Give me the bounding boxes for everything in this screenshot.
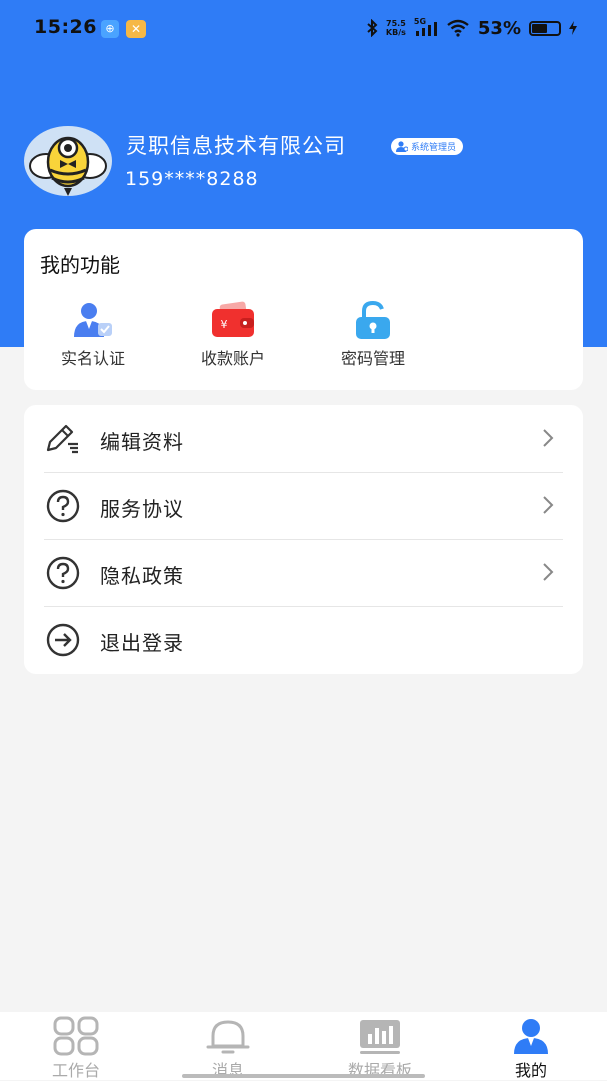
wallet-icon: ¥ — [212, 301, 254, 337]
lock-icon — [356, 301, 390, 339]
person-icon — [514, 1019, 548, 1054]
bee-mascot-icon — [29, 136, 107, 196]
battery-icon — [529, 20, 561, 36]
my-functions-card: 我的功能 实名认证 ¥ 收款账户 密码管理 — [24, 229, 583, 390]
chevron-right-icon — [543, 496, 554, 514]
tab-messages[interactable]: 消息 — [168, 1012, 288, 1080]
wifi-icon — [447, 19, 469, 37]
menu-item-service-agreement[interactable]: 服务协议 — [44, 472, 563, 539]
chevron-right-icon — [543, 563, 554, 581]
settings-menu-card: 编辑资料 服务协议 隐私政策 退出登录 — [24, 405, 583, 674]
phone-number: 159****8288 — [125, 168, 259, 190]
company-name: 灵职信息技术有限公司 — [126, 134, 346, 158]
cellular-signal-icon: 5G — [414, 17, 438, 37]
chart-board-icon — [360, 1020, 400, 1054]
bell-icon — [206, 1020, 250, 1054]
bluetooth-icon — [367, 19, 378, 37]
network-speed: 75.5 KB/s — [385, 19, 406, 37]
tab-workbench[interactable]: 工作台 — [16, 1012, 136, 1080]
home-indicator[interactable] — [182, 1074, 425, 1078]
tab-mine[interactable]: 我的 — [471, 1012, 591, 1080]
chevron-right-icon — [543, 429, 554, 447]
payment-account-item[interactable]: ¥ 收款账户 — [178, 301, 288, 369]
grid-icon — [53, 1016, 99, 1056]
question-icon — [46, 489, 80, 523]
tools-notification-icon: ✕ — [126, 20, 146, 38]
bottom-tab-bar: 工作台 消息 数据看板 我的 — [0, 1012, 607, 1080]
avatar[interactable] — [24, 126, 112, 196]
status-bar: 15:26 ⊕ ✕ 75.5 KB/s 5G 53% — [0, 0, 607, 58]
menu-item-privacy-policy[interactable]: 隐私政策 — [44, 539, 563, 606]
user-verify-icon — [74, 303, 112, 337]
menu-item-logout[interactable]: 退出登录 — [44, 606, 563, 673]
app-notification-icon: ⊕ — [101, 20, 119, 38]
logout-icon — [46, 623, 80, 657]
charging-icon — [569, 21, 577, 35]
admin-user-icon — [396, 141, 408, 152]
edit-icon — [46, 424, 78, 454]
role-badge: 系统管理员 — [391, 138, 464, 155]
question-icon — [46, 556, 80, 590]
svg-text:¥: ¥ — [221, 318, 228, 331]
my-functions-title: 我的功能 — [40, 253, 120, 277]
status-indicators: 75.5 KB/s 5G 53% — [366, 16, 577, 40]
battery-percent: 53% — [477, 17, 521, 39]
tab-data-dashboard[interactable]: 数据看板 — [320, 1012, 440, 1080]
password-management-item[interactable]: 密码管理 — [318, 301, 428, 369]
real-name-verification-item[interactable]: 实名认证 — [38, 301, 148, 369]
menu-item-edit-profile[interactable]: 编辑资料 — [44, 405, 563, 472]
status-time: 15:26 — [34, 16, 97, 38]
